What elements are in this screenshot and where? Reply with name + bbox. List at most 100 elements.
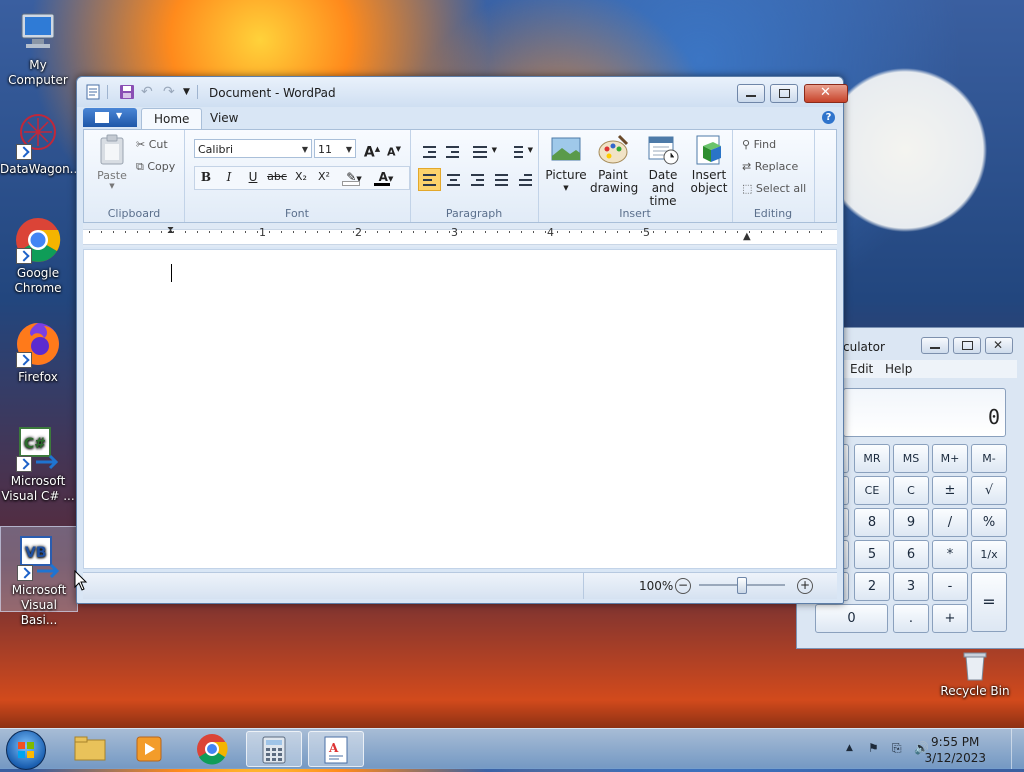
paragraph-settings-button[interactable]: [514, 168, 537, 191]
calculator-button-5[interactable]: 5: [854, 540, 890, 569]
zoom-slider-thumb[interactable]: [737, 577, 747, 594]
taskbar-calculator[interactable]: [246, 731, 302, 767]
select-all-button[interactable]: ⬚ Select all: [742, 182, 806, 195]
application-menu-button[interactable]: ▼: [83, 108, 137, 127]
desktop-icon-my-computer[interactable]: My Computer: [0, 8, 76, 88]
calculator-button-add[interactable]: +: [932, 604, 968, 633]
italic-button[interactable]: I: [219, 167, 239, 187]
calculator-button-8[interactable]: 8: [854, 508, 890, 537]
calculator-button-minus[interactable]: -: [932, 572, 968, 601]
calculator-button-decimal[interactable]: .: [893, 604, 929, 633]
desktop-icon-google-chrome[interactable]: Google Chrome: [0, 216, 76, 296]
calculator-button-c[interactable]: C: [893, 476, 929, 505]
replace-button[interactable]: ⇄ Replace: [742, 160, 798, 173]
calculator-button-mplus[interactable]: M+: [932, 444, 968, 473]
show-hidden-icons-icon[interactable]: ▲: [846, 743, 860, 757]
calculator-menu-edit[interactable]: Edit: [850, 362, 873, 376]
redo-icon[interactable]: ↷: [163, 84, 179, 100]
insert-object-button[interactable]: Insert object: [688, 134, 730, 195]
calculator-button-equals[interactable]: =: [971, 572, 1007, 632]
taskbar-chrome[interactable]: [184, 731, 240, 767]
tab-home[interactable]: Home: [141, 108, 203, 129]
strikethrough-button[interactable]: abc: [267, 167, 287, 187]
wordpad-window[interactable]: ↶ ↷ ▼ Document - WordPad ✕ ▼ Home View ?…: [76, 76, 848, 604]
paste-button[interactable]: Paste ▼: [92, 134, 132, 194]
desktop-icon-visual-csharp[interactable]: C# Microsoft Visual C# ...: [0, 424, 76, 504]
ruler-tick: [137, 231, 138, 233]
align-center-button[interactable]: [442, 168, 465, 191]
calculator-button-multiply[interactable]: *: [932, 540, 968, 569]
align-right-button[interactable]: [466, 168, 489, 191]
calculator-button-percent[interactable]: %: [971, 508, 1007, 537]
action-center-flag-icon[interactable]: ⚑: [868, 741, 882, 755]
decrease-indent-button[interactable]: [418, 140, 441, 163]
date-and-time-button[interactable]: Date and time: [638, 134, 688, 208]
taskbar-clock[interactable]: 9:55 PM 3/12/2023: [924, 734, 986, 766]
ruler[interactable]: ⧗ 1 2 3 4 5 ▲: [83, 223, 837, 247]
copy-button[interactable]: ⧉ Copy: [136, 160, 175, 174]
calculator-button-sqrt[interactable]: √: [971, 476, 1007, 505]
taskbar-explorer[interactable]: [62, 731, 118, 767]
desktop-icon-firefox[interactable]: Firefox: [0, 320, 76, 385]
taskbar-wordpad[interactable]: A: [308, 731, 364, 767]
calculator-button-0[interactable]: 0: [815, 604, 888, 633]
help-icon[interactable]: ?: [822, 111, 835, 124]
calculator-button-ms[interactable]: MS: [893, 444, 929, 473]
ruler-tick: [293, 231, 294, 233]
minimize-button[interactable]: [737, 84, 765, 103]
taskbar-media-player[interactable]: [122, 731, 178, 767]
line-spacing-button[interactable]: ▼: [504, 140, 536, 163]
calculator-button-plus-minus[interactable]: ±: [932, 476, 968, 505]
desktop-icon-visual-basic[interactable]: VB Microsoft Visual Basi...: [0, 526, 78, 627]
increase-indent-button[interactable]: [441, 140, 464, 163]
calculator-button-mminus[interactable]: M-: [971, 444, 1007, 473]
calculator-maximize-button[interactable]: [953, 337, 981, 354]
desktop-icon-datawagon[interactable]: DataWagon...: [0, 112, 81, 177]
calculator-button-divide[interactable]: /: [932, 508, 968, 537]
calculator-button-6[interactable]: 6: [893, 540, 929, 569]
superscript-button[interactable]: X²: [314, 167, 334, 187]
calculator-button-mr[interactable]: MR: [854, 444, 890, 473]
start-button[interactable]: [6, 730, 46, 770]
calculator-button-9[interactable]: 9: [893, 508, 929, 537]
bold-button[interactable]: B: [196, 167, 216, 187]
restore-button[interactable]: [770, 84, 798, 103]
find-button[interactable]: ⚲ Find: [742, 138, 776, 151]
underline-button[interactable]: U: [243, 167, 263, 187]
undo-icon[interactable]: ↶: [141, 84, 157, 100]
insert-picture-button[interactable]: Picture ▼: [544, 134, 588, 195]
grow-font-button[interactable]: A▲: [362, 139, 382, 161]
calculator-button-reciprocal[interactable]: 1/x: [971, 540, 1007, 569]
bullets-button[interactable]: ▼: [468, 140, 500, 163]
calculator-button-2[interactable]: 2: [854, 572, 890, 601]
align-left-button[interactable]: [418, 168, 441, 191]
desktop-icon-label: Microsoft Visual C# ...: [1, 474, 75, 503]
save-icon[interactable]: [119, 84, 135, 100]
subscript-button[interactable]: X₂: [291, 167, 311, 187]
zoom-in-icon[interactable]: +: [797, 578, 813, 594]
highlight-color-button[interactable]: ✎▼: [339, 167, 369, 187]
cut-button[interactable]: ✂ Cut: [136, 138, 168, 151]
ruler-tick: [209, 231, 210, 233]
close-button[interactable]: ✕: [804, 84, 848, 103]
justify-button[interactable]: [490, 168, 513, 191]
calculator-close-button[interactable]: ✕: [985, 337, 1013, 354]
ruler-tick: [305, 231, 306, 233]
zoom-out-icon[interactable]: −: [675, 578, 691, 594]
shrink-font-button[interactable]: A▼: [384, 139, 404, 159]
font-family-dropdown[interactable]: Calibri ▼: [194, 139, 312, 158]
font-color-button[interactable]: A▼: [371, 167, 401, 187]
document-editor[interactable]: [83, 249, 837, 569]
network-icon[interactable]: ⎘: [892, 741, 906, 755]
font-size-dropdown[interactable]: 11 ▼: [314, 139, 356, 158]
calculator-menu-help[interactable]: Help: [885, 362, 912, 376]
ruler-number: 1: [259, 226, 266, 239]
paint-drawing-button[interactable]: Paint drawing: [590, 134, 638, 195]
tab-view[interactable]: View: [198, 108, 250, 128]
show-desktop-button[interactable]: [1011, 729, 1024, 769]
wordpad-titlebar[interactable]: ↶ ↷ ▼ Document - WordPad ✕: [77, 77, 848, 107]
calculator-button-ce[interactable]: CE: [854, 476, 890, 505]
calculator-button-3[interactable]: 3: [893, 572, 929, 601]
calculator-minimize-button[interactable]: [921, 337, 949, 354]
desktop-icon-recycle-bin[interactable]: Recycle Bin: [940, 648, 1010, 699]
